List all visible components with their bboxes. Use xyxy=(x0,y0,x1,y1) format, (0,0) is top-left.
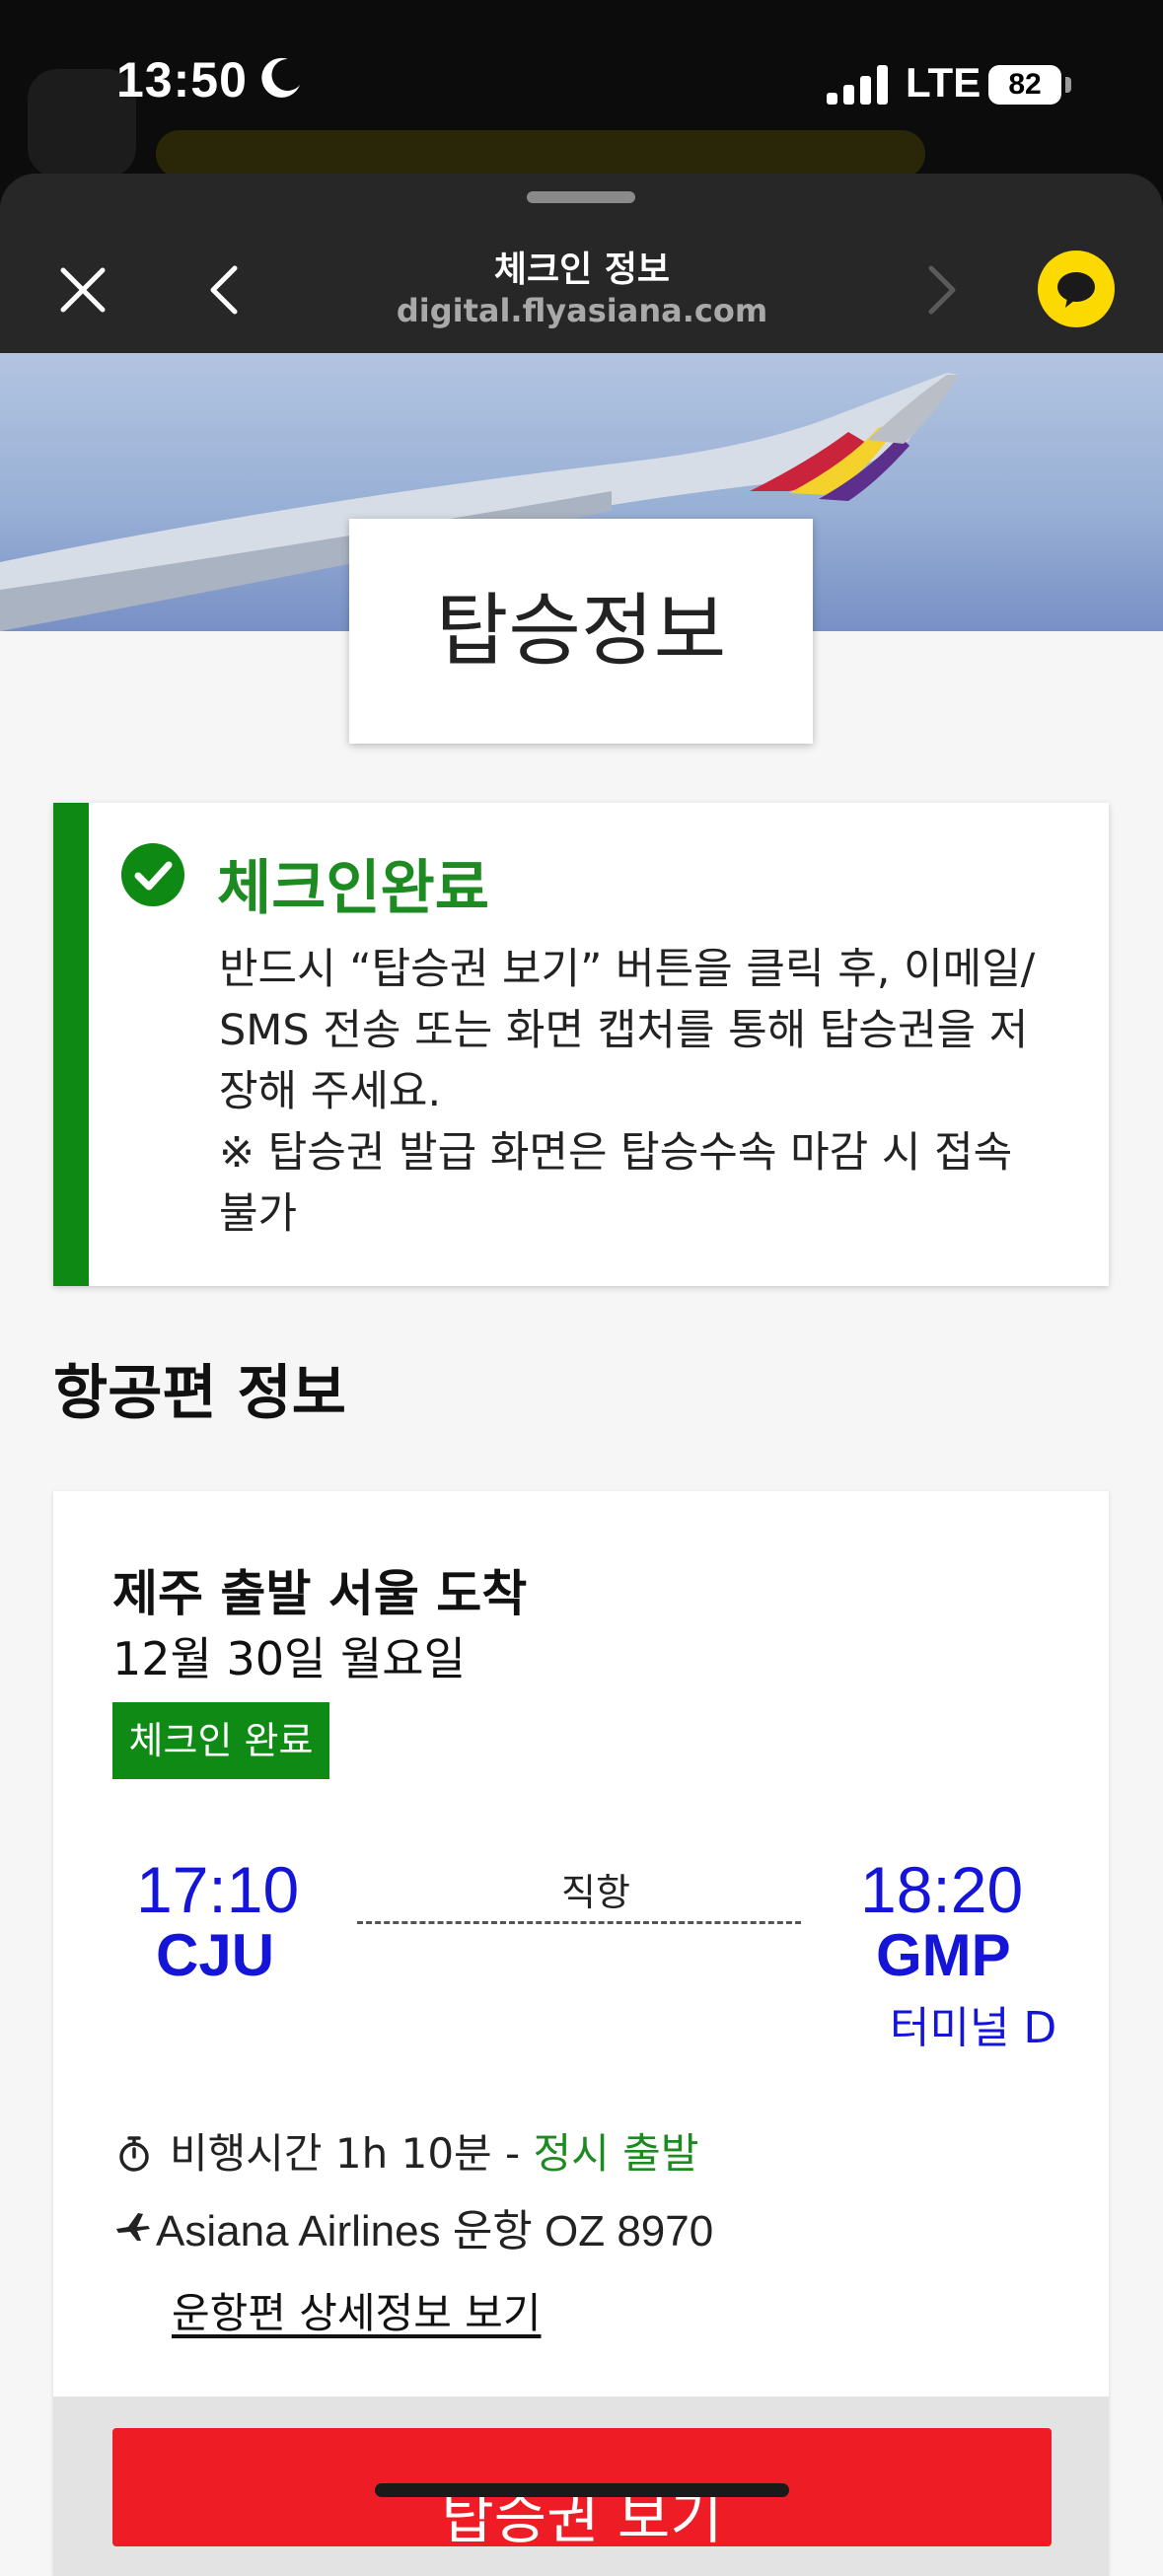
battery-nub xyxy=(1065,77,1071,93)
hero-title-box: 탑승정보 xyxy=(349,519,813,744)
notice-body: 반드시 “탑승권 보기” 버튼을 클릭 후, 이메일/ SMS 전송 또는 화면… xyxy=(219,939,1087,1245)
status-badge: 체크인 완료 xyxy=(112,1702,329,1779)
notice-title: 체크인완료 xyxy=(217,854,489,923)
network-type: LTE xyxy=(906,59,981,106)
page-url: digital.flyasiana.com xyxy=(396,292,768,329)
status-time: 13:50 xyxy=(116,52,248,107)
back-arrow-icon[interactable] xyxy=(195,258,258,322)
airplane-icon xyxy=(116,2213,150,2241)
hero-title: 탑승정보 xyxy=(435,585,727,677)
sheet-grabber[interactable] xyxy=(527,191,635,203)
notice-line: ※ 탑승권 발급 화면은 탑승수속 마감 시 접속 xyxy=(219,1128,1013,1178)
kakaotalk-share-button[interactable] xyxy=(1038,250,1115,327)
route-line xyxy=(357,1921,801,1924)
ontime-status: 정시 출발 xyxy=(533,2129,699,2178)
check-circle-icon xyxy=(121,843,184,906)
signal-icon xyxy=(827,65,888,105)
route-type: 직항 xyxy=(561,1871,630,1914)
battery-icon: 82 xyxy=(988,65,1061,105)
flight-duration: 비행시간 1h 10분 - 정시 출발 xyxy=(170,2120,698,2181)
duration-label: 비행시간 1h 10분 xyxy=(170,2129,492,2178)
chat-bubble-icon xyxy=(1057,272,1095,308)
flight-card: 제주 출발 서울 도착 12월 30일 월요일 체크인 완료 17:10 CJU… xyxy=(53,1491,1109,2576)
arrival-terminal: 터미널 D xyxy=(890,2003,1057,2053)
notice-line: 반드시 “탑승권 보기” 버튼을 클릭 후, 이메일/ xyxy=(219,945,1036,994)
section-title: 항공편 정보 xyxy=(53,1359,346,1428)
close-icon[interactable] xyxy=(51,258,114,322)
home-indicator[interactable] xyxy=(375,2483,789,2497)
departure-time: 17:10 xyxy=(136,1853,300,1926)
notice-accent-bar xyxy=(53,803,89,1286)
stopwatch-icon xyxy=(119,2136,149,2172)
arrival-time: 18:20 xyxy=(860,1853,1024,1926)
flight-operator: Asiana Airlines 운항 OZ 8970 xyxy=(156,2207,714,2255)
page-title: 체크인 정보 xyxy=(493,250,671,290)
departure-airport: CJU xyxy=(156,1922,275,1988)
background-app-bar xyxy=(156,130,925,178)
forward-arrow-icon[interactable] xyxy=(908,258,971,322)
arrival-airport: GMP xyxy=(876,1922,1011,1988)
flight-route: 제주 출발 서울 도착 xyxy=(112,1565,528,1622)
notice-line: 장해 주세요. xyxy=(219,1067,442,1116)
flight-date: 12월 30일 월요일 xyxy=(112,1632,466,1685)
notice-line: SMS 전송 또는 화면 캡처를 통해 탑승권을 저 xyxy=(219,1006,1029,1055)
notice-line: 불가 xyxy=(219,1189,298,1239)
flight-details-link[interactable]: 운항편 상세정보 보기 xyxy=(172,2280,541,2340)
moon-icon xyxy=(261,57,300,98)
checkin-notice: 체크인완료 반드시 “탑승권 보기” 버튼을 클릭 후, 이메일/ SMS 전송… xyxy=(53,803,1109,1286)
duration-separator: - xyxy=(491,2129,534,2178)
